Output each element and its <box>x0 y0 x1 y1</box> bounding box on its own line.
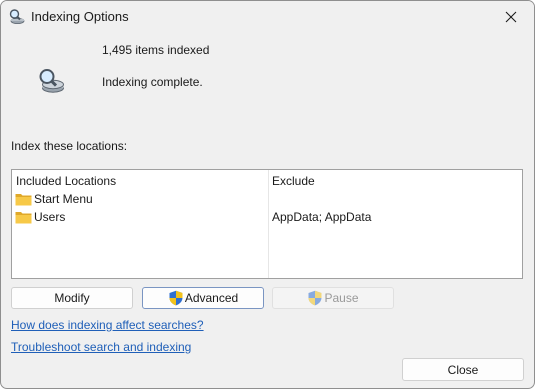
header-included-locations[interactable]: Included Locations <box>16 174 116 188</box>
indexing-status: Indexing complete. <box>102 75 203 89</box>
pause-button[interactable]: Pause <box>272 287 394 309</box>
location-name: Start Menu <box>34 192 93 206</box>
advanced-button-label: Advanced <box>184 291 239 305</box>
indexing-options-window: Indexing Options 1,495 items indexed Ind… <box>0 0 535 389</box>
close-icon[interactable] <box>488 1 534 32</box>
items-indexed-count: 1,495 items indexed <box>102 43 210 57</box>
modify-button[interactable]: Modify <box>11 287 133 309</box>
locations-table[interactable]: Included Locations Exclude Start Menu Us… <box>11 169 523 279</box>
magnifier-drive-icon <box>8 8 25 25</box>
troubleshoot-link[interactable]: Troubleshoot search and indexing <box>11 340 191 354</box>
uac-shield-icon <box>168 290 184 306</box>
folder-icon <box>15 210 32 224</box>
how-indexing-link[interactable]: How does indexing affect searches? <box>11 318 204 332</box>
table-row[interactable]: Start Menu <box>12 191 522 209</box>
location-exclude: AppData; AppData <box>272 210 372 224</box>
modify-button-label: Modify <box>54 291 90 305</box>
location-name: Users <box>34 210 66 224</box>
header-exclude[interactable]: Exclude <box>272 174 315 188</box>
close-button[interactable]: Close <box>402 358 524 381</box>
advanced-button[interactable]: Advanced <box>142 287 264 309</box>
uac-shield-icon <box>307 290 323 306</box>
pause-button-label: Pause <box>324 291 359 305</box>
folder-icon <box>15 192 32 206</box>
window-title: Indexing Options <box>31 9 129 24</box>
title-bar: Indexing Options <box>1 1 534 32</box>
close-button-label: Close <box>447 362 479 377</box>
table-row[interactable]: Users AppData; AppData <box>12 209 522 227</box>
locations-label: Index these locations: <box>11 139 128 153</box>
magnifier-drive-icon <box>37 67 65 95</box>
